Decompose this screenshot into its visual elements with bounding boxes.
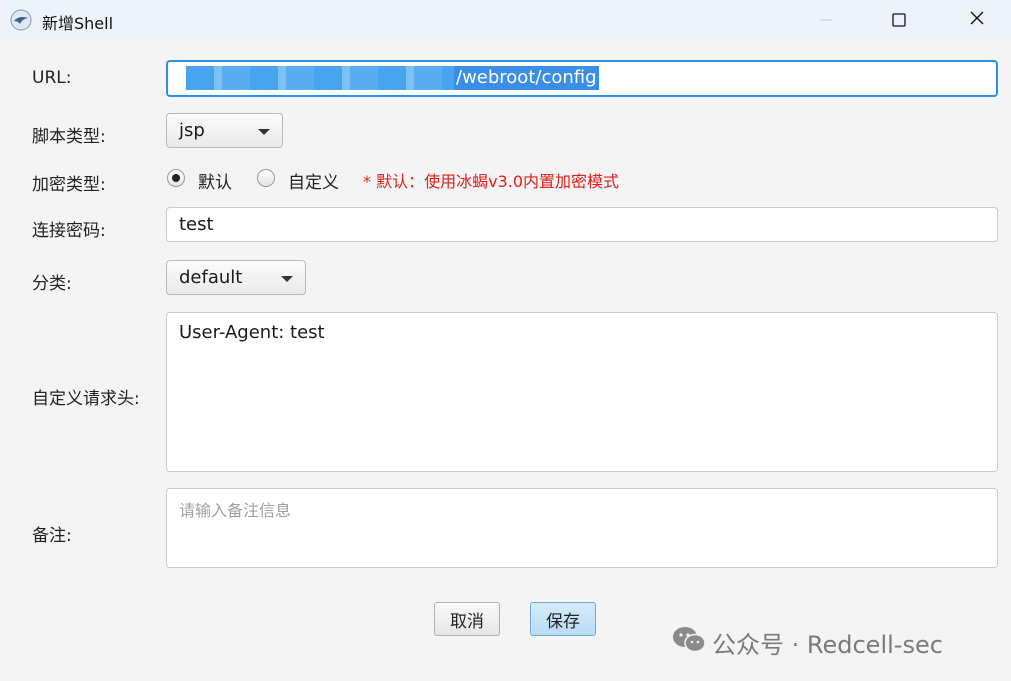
encrypt-type-label: 加密类型: — [32, 175, 106, 195]
close-icon — [969, 10, 985, 30]
password-value: test — [179, 214, 214, 235]
radio-default[interactable] — [167, 169, 185, 187]
title-bar: 新增Shell — [0, 0, 1011, 40]
category-select[interactable]: default — [166, 260, 306, 295]
script-type-value: jsp — [179, 120, 205, 141]
encrypt-note: * 默认：使用冰蝎v3.0内置加密模式 — [363, 172, 620, 191]
headers-label: 自定义请求头: — [32, 389, 140, 409]
radio-custom[interactable] — [257, 169, 275, 187]
window-title: 新增Shell — [42, 14, 114, 33]
watermark-text: 公众号 · Redcell-sec — [712, 631, 943, 659]
minimize-button[interactable] — [803, 0, 849, 40]
remark-textarea[interactable]: 请输入备注信息 — [166, 488, 998, 568]
category-value: default — [179, 267, 243, 288]
category-label: 分类: — [32, 274, 72, 294]
radio-default-label[interactable]: 默认 — [198, 168, 232, 193]
url-input[interactable]: /webroot/config — [166, 60, 998, 97]
app-icon — [10, 9, 32, 31]
close-button[interactable] — [954, 0, 1000, 40]
cancel-button[interactable]: 取消 — [434, 602, 500, 636]
script-type-select[interactable]: jsp — [166, 113, 283, 148]
password-input[interactable]: test — [166, 207, 998, 242]
remark-label: 备注: — [32, 526, 72, 546]
chevron-down-icon — [281, 276, 293, 282]
save-button[interactable]: 保存 — [530, 602, 596, 636]
password-label: 连接密码: — [32, 221, 106, 241]
wechat-icon — [672, 626, 706, 660]
url-label: URL: — [32, 68, 72, 88]
url-redacted-blur — [186, 66, 454, 90]
remark-placeholder: 请输入备注信息 — [179, 501, 292, 520]
radio-custom-label[interactable]: 自定义 — [288, 168, 339, 193]
headers-textarea[interactable]: User-Agent: test — [166, 312, 998, 472]
headers-value: User-Agent: test — [179, 322, 325, 343]
watermark: 公众号 · Redcell-sec — [672, 625, 943, 660]
chevron-down-icon — [258, 129, 270, 135]
script-type-label: 脚本类型: — [32, 127, 106, 147]
maximize-button[interactable] — [876, 0, 922, 40]
url-selected-text: /webroot/config — [454, 66, 599, 90]
